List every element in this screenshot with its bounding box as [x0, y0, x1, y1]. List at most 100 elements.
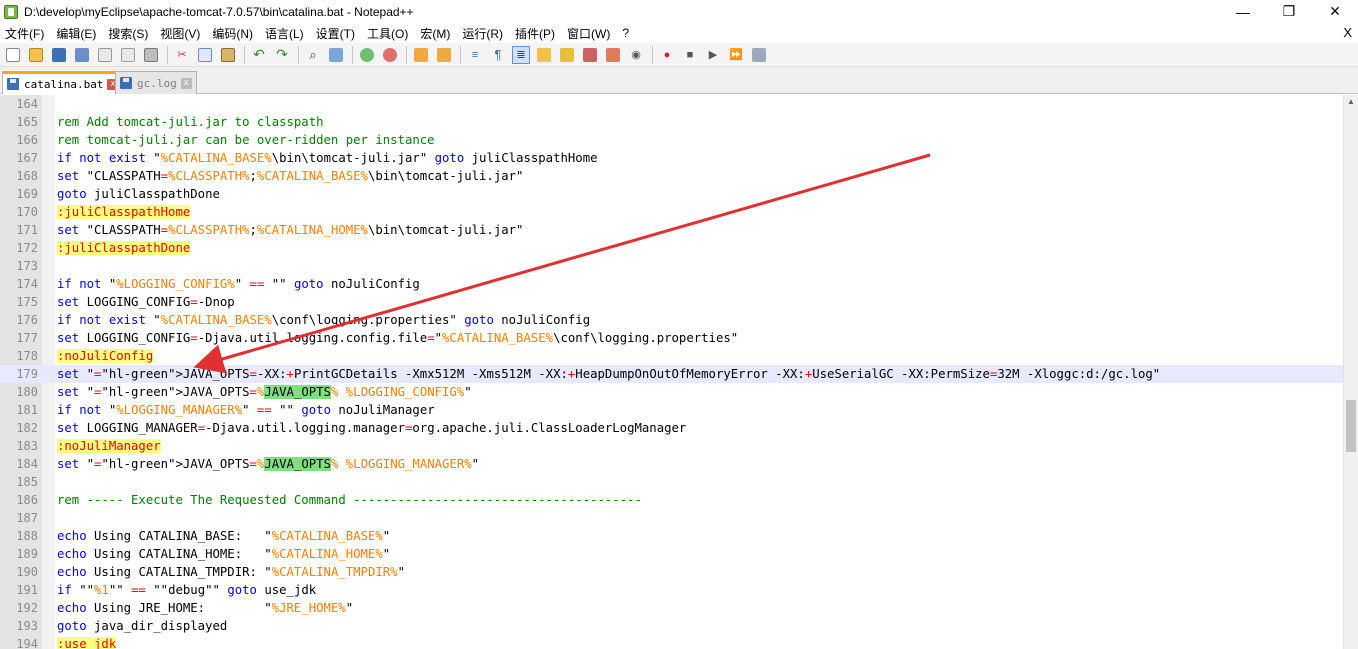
line-number: 174 [16, 277, 38, 291]
line-number: 172 [16, 241, 38, 255]
code-editor[interactable]: 164 165 rem Add tomcat-juli.jar to classpa… [0, 95, 1358, 649]
code-line[interactable]: 165 rem Add tomcat-juli.jar to classpath [0, 113, 1345, 131]
menu-encoding[interactable]: 编码(N) [212, 25, 253, 42]
code-line[interactable]: 187 [0, 509, 1345, 527]
print-icon[interactable] [142, 46, 160, 64]
zoom-out-icon[interactable] [381, 46, 399, 64]
menu-run[interactable]: 运行(R) [462, 25, 503, 42]
code-line[interactable]: 171 set "CLASSPATH=%CLASSPATH%;%CATALINA_… [0, 221, 1345, 239]
udl-icon[interactable] [535, 46, 553, 64]
code-line[interactable]: 177 set LOGGING_CONFIG=-Djava.util.loggin… [0, 329, 1345, 347]
tab-label: gc.log [137, 76, 177, 90]
code-line[interactable]: 189 echo Using CATALINA_HOME: "%CATALINA_… [0, 545, 1345, 563]
code-line[interactable]: 190 echo Using CATALINA_TMPDIR: "%CATALIN… [0, 563, 1345, 581]
tab-gc-log[interactable]: gc.log x [115, 71, 197, 94]
code-line[interactable]: 193 goto java_dir_displayed [0, 617, 1345, 635]
code-line[interactable]: 176 if not exist "%CATALINA_BASE%\conf\lo… [0, 311, 1345, 329]
paste-icon[interactable] [219, 46, 237, 64]
line-code: set "="hl-green">JAVA_OPTS=%JAVA_OPTS% %… [57, 385, 472, 399]
code-line[interactable]: 169 goto juliClasspathDone [0, 185, 1345, 203]
menu-edit[interactable]: 编辑(E) [56, 25, 96, 42]
code-line[interactable]: 164 [0, 95, 1345, 113]
code-line[interactable]: 167 if not exist "%CATALINA_BASE%\bin\tom… [0, 149, 1345, 167]
cut-icon[interactable]: ✂ [173, 46, 191, 64]
line-code: set "="hl-green">JAVA_OPTS=-XX:+PrintGCD… [57, 367, 1161, 381]
function-list-icon[interactable] [581, 46, 599, 64]
code-line[interactable]: 192 echo Using JRE_HOME: "%JRE_HOME%" [0, 599, 1345, 617]
menu-tools[interactable]: 工具(O) [367, 25, 408, 42]
folder-as-workspace-icon[interactable] [604, 46, 622, 64]
line-number: 170 [16, 205, 38, 219]
code-line[interactable]: 184 set "="hl-green">JAVA_OPTS=%JAVA_OPTS… [0, 455, 1345, 473]
code-line[interactable]: 182 set LOGGING_MANAGER=-Djava.util.loggi… [0, 419, 1345, 437]
code-line[interactable]: 166 rem tomcat-juli.jar can be over-ridde… [0, 131, 1345, 149]
tab-label: catalina.bat [24, 77, 104, 91]
close-tab-icon[interactable]: x [180, 77, 192, 89]
title-bar: D:\develop\myEclipse\apache-tomcat-7.0.5… [0, 0, 1358, 23]
run-macro-multiple-icon[interactable]: ⏩ [727, 46, 745, 64]
line-code: set LOGGING_CONFIG=-Dnop [57, 295, 235, 309]
minimize-button[interactable]: — [1220, 0, 1266, 23]
save-all-icon[interactable] [73, 46, 91, 64]
menu-help[interactable]: ? [622, 26, 629, 40]
find-icon[interactable]: ⌕ [304, 46, 322, 64]
save-icon[interactable] [50, 46, 68, 64]
close-icon[interactable] [96, 46, 114, 64]
menu-window[interactable]: 窗口(W) [567, 25, 610, 42]
code-line[interactable]: 185 [0, 473, 1345, 491]
line-code: echo Using CATALINA_HOME: "%CATALINA_HOM… [57, 547, 391, 561]
open-file-icon[interactable] [27, 46, 45, 64]
code-line[interactable]: 183:noJuliManager [0, 437, 1345, 455]
close-window-button[interactable]: ✕ [1312, 0, 1358, 23]
tab-catalina-bat[interactable]: catalina.bat x [2, 71, 124, 94]
close-document-button[interactable]: X [1343, 25, 1352, 40]
new-file-icon[interactable] [4, 46, 22, 64]
scroll-up-icon[interactable]: ▲ [1347, 97, 1355, 106]
code-line[interactable]: 181 if not "%LOGGING_MANAGER%" == "" goto… [0, 401, 1345, 419]
show-all-chars-icon[interactable]: ¶ [489, 46, 507, 64]
code-line[interactable]: 174 if not "%LOGGING_CONFIG%" == "" goto … [0, 275, 1345, 293]
vertical-scrollbar[interactable]: ▲ [1343, 95, 1358, 649]
code-line[interactable]: 179 set "="hl-green">JAVA_OPTS=-XX:+Print… [0, 365, 1345, 383]
menu-search[interactable]: 搜索(S) [108, 25, 148, 42]
save-macro-icon[interactable] [750, 46, 768, 64]
code-line[interactable]: 178:noJuliConfig [0, 347, 1345, 365]
menu-view[interactable]: 视图(V) [160, 25, 200, 42]
code-line[interactable]: 173 [0, 257, 1345, 275]
zoom-in-icon[interactable] [358, 46, 376, 64]
code-lines: 164 165 rem Add tomcat-juli.jar to classpa… [0, 95, 1345, 649]
code-line[interactable]: 168 set "CLASSPATH=%CLASSPATH%;%CATALINA_… [0, 167, 1345, 185]
scrollbar-thumb[interactable] [1346, 400, 1356, 452]
sync-h-icon[interactable] [435, 46, 453, 64]
word-wrap-icon[interactable]: ≡ [466, 46, 484, 64]
stop-macro-icon[interactable]: ■ [681, 46, 699, 64]
code-line[interactable]: 194:use_jdk [0, 635, 1345, 649]
doc-map-icon[interactable] [558, 46, 576, 64]
copy-icon[interactable] [196, 46, 214, 64]
code-line[interactable]: 191 if ""%1"" == ""debug"" goto use_jdk [0, 581, 1345, 599]
menu-language[interactable]: 语言(L) [265, 25, 304, 42]
play-macro-icon[interactable]: ▶ [704, 46, 722, 64]
code-line[interactable]: 188 echo Using CATALINA_BASE: "%CATALINA_… [0, 527, 1345, 545]
line-code: :noJuliConfig [57, 349, 154, 363]
replace-icon[interactable] [327, 46, 345, 64]
undo-icon[interactable]: ↶ [250, 46, 268, 64]
menu-macro[interactable]: 宏(M) [420, 25, 450, 42]
notepad-plus-plus-icon [4, 4, 18, 19]
code-line[interactable]: 175 set LOGGING_CONFIG=-Dnop [0, 293, 1345, 311]
menu-file[interactable]: 文件(F) [5, 25, 44, 42]
redo-icon[interactable]: ↷ [273, 46, 291, 64]
menu-plugins[interactable]: 插件(P) [515, 25, 555, 42]
record-macro-icon[interactable]: ● [658, 46, 676, 64]
indent-guide-icon[interactable]: ≣ [512, 45, 530, 64]
code-line[interactable]: 186 rem ----- Execute The Requested Comma… [0, 491, 1345, 509]
restore-button[interactable]: ❐ [1266, 0, 1312, 23]
menu-settings[interactable]: 设置(T) [316, 25, 355, 42]
code-line[interactable]: 180 set "="hl-green">JAVA_OPTS=%JAVA_OPTS… [0, 383, 1345, 401]
code-line[interactable]: 170:juliClasspathHome [0, 203, 1345, 221]
code-line[interactable]: 172:juliClasspathDone [0, 239, 1345, 257]
sync-v-icon[interactable] [412, 46, 430, 64]
line-number: 180 [16, 385, 38, 399]
monitor-icon[interactable]: ◉ [627, 46, 645, 64]
close-all-icon[interactable] [119, 46, 137, 64]
